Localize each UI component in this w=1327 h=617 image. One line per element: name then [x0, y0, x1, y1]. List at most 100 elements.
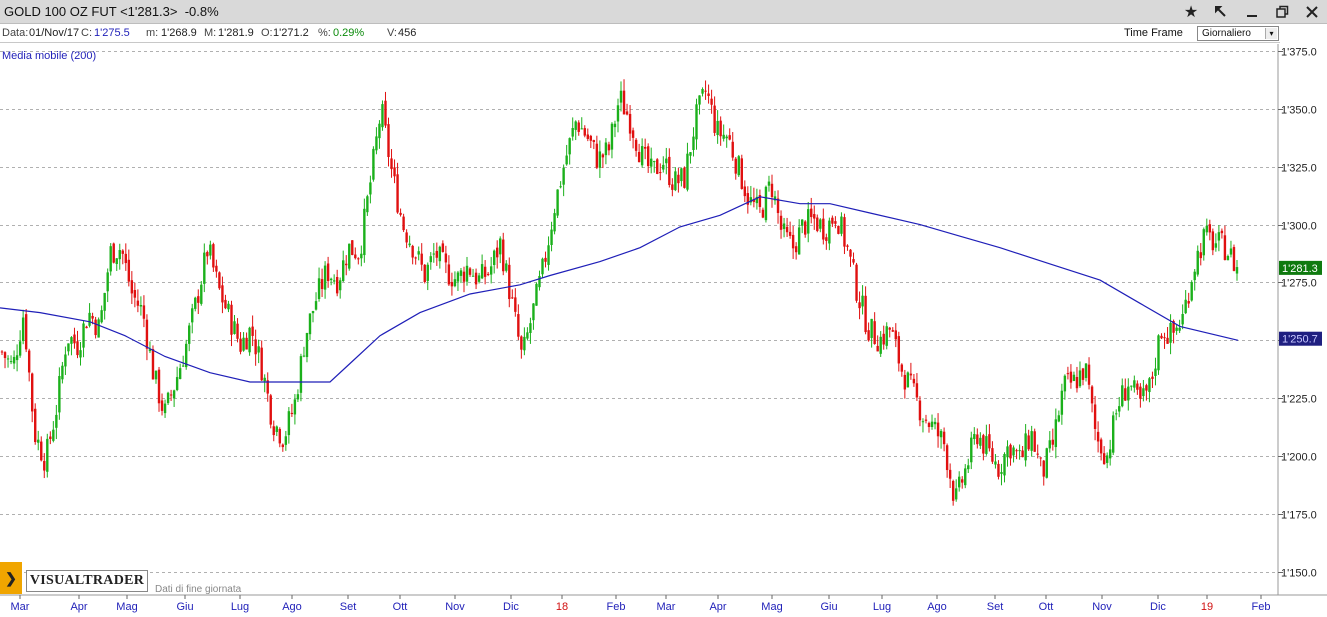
candle-body: [1036, 453, 1039, 455]
candle: [489, 257, 493, 284]
candle-body: [1196, 250, 1199, 275]
candle-body: [477, 275, 481, 282]
candle: [810, 197, 813, 224]
candle: [308, 313, 312, 340]
candle: [145, 314, 149, 361]
candle: [423, 264, 426, 284]
candle-body: [1175, 327, 1178, 331]
candle-body: [1217, 232, 1221, 241]
candle: [1226, 254, 1230, 261]
candle: [773, 190, 777, 205]
candle-body: [236, 323, 239, 339]
candle: [302, 346, 306, 358]
candle: [296, 389, 300, 403]
candle-body: [737, 156, 740, 176]
candle-body: [462, 271, 466, 282]
candle-body: [97, 319, 100, 338]
candle-body: [698, 95, 701, 105]
candle-body: [459, 270, 463, 276]
candle: [1003, 452, 1006, 483]
candle-body: [360, 253, 363, 259]
candle-body: [118, 250, 121, 260]
candle-body: [894, 330, 897, 340]
candle: [1033, 428, 1036, 452]
candle-body: [505, 263, 508, 271]
candle-body: [1166, 337, 1169, 344]
candle-body: [82, 323, 85, 348]
candle: [1084, 363, 1088, 382]
candle-body: [429, 256, 432, 263]
candle-body: [43, 460, 46, 471]
candle: [242, 332, 245, 352]
candle: [734, 157, 737, 180]
candle-body: [308, 313, 312, 335]
candle-body: [686, 153, 689, 190]
candle-body: [1039, 457, 1042, 459]
candle: [372, 146, 375, 182]
y-tick-label: 1'225.0: [1281, 394, 1317, 406]
candle-body: [91, 315, 94, 319]
candle-body: [124, 253, 128, 264]
candle: [921, 418, 925, 433]
candle: [918, 396, 922, 427]
candle: [12, 350, 16, 370]
candle-body: [704, 90, 707, 92]
candle: [1127, 378, 1130, 411]
candle-body: [625, 111, 629, 115]
candle: [788, 221, 792, 239]
candle-body: [782, 223, 786, 229]
candle-body: [188, 325, 191, 344]
candle: [112, 242, 115, 264]
x-tick-label: Mag: [761, 601, 782, 613]
candle: [133, 282, 137, 308]
candle: [725, 134, 728, 148]
candle-body: [520, 336, 523, 350]
candle: [163, 399, 167, 418]
candle-body: [34, 408, 37, 443]
candle-body: [840, 216, 843, 234]
candle: [867, 322, 870, 342]
candle: [257, 339, 260, 364]
candle: [142, 295, 146, 328]
candle: [924, 414, 928, 424]
candle-body: [656, 159, 659, 174]
candle-body: [948, 469, 952, 479]
candle-body: [218, 272, 221, 289]
candle: [643, 138, 647, 160]
candle: [363, 198, 366, 263]
candle: [529, 317, 532, 344]
x-tick-label: Ott: [1039, 601, 1054, 613]
candle: [435, 242, 439, 266]
candle-body: [1108, 449, 1112, 459]
candle-body: [468, 268, 472, 275]
price-chart[interactable]: 1'375.0 1'350.0 1'325.0 1'300.0 1'275.0 1'250…: [0, 0, 1327, 617]
candle-body: [191, 308, 194, 323]
candle-body: [1223, 235, 1227, 261]
candle: [822, 208, 825, 245]
candle: [496, 240, 499, 269]
candle-body: [76, 341, 79, 356]
chevron-right-icon[interactable]: ❯: [0, 562, 22, 594]
candle: [1099, 437, 1103, 461]
candle-body: [52, 429, 55, 441]
candle-body: [1139, 386, 1142, 399]
candle: [1102, 446, 1106, 465]
candle-body: [695, 104, 698, 140]
candle: [767, 175, 771, 192]
candle-body: [637, 151, 641, 163]
candle-body: [1078, 370, 1082, 387]
candle-body: [278, 428, 281, 444]
candle: [329, 277, 333, 286]
x-tick-label: Mar: [11, 601, 30, 613]
candle: [517, 304, 520, 341]
candle-body: [1048, 440, 1051, 449]
candle-body: [619, 90, 623, 103]
candle-body: [885, 326, 888, 346]
candle: [499, 236, 502, 264]
candle: [396, 162, 399, 214]
candle-body: [837, 225, 840, 234]
candle: [118, 243, 121, 270]
candle: [1115, 409, 1118, 421]
candle: [218, 271, 221, 290]
candle-body: [1018, 450, 1021, 452]
